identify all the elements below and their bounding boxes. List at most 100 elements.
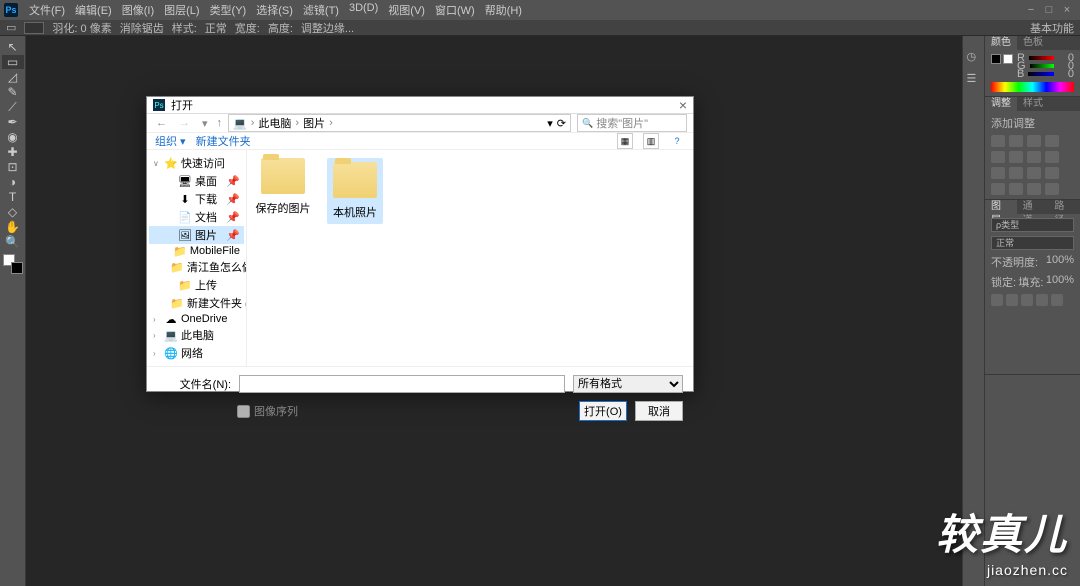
help-button[interactable]: ?	[669, 133, 685, 149]
tab-color[interactable]: 颜色	[985, 36, 1017, 50]
file-list[interactable]: 保存的图片本机照片	[247, 150, 693, 366]
menu-bar: 文件(F)编辑(E)图像(I)图层(L)类型(Y)选择(S)滤镜(T)3D(D)…	[24, 2, 527, 18]
back-button[interactable]: ←	[153, 117, 170, 129]
tree-item[interactable]: 📁清江鱼怎么做好吃	[149, 258, 244, 276]
tree-item[interactable]: 📁MobileFile	[149, 244, 244, 258]
menu-item[interactable]: 图层(L)	[159, 2, 204, 18]
tree-item[interactable]: ∨⭐快速访问	[149, 154, 244, 172]
tree-item[interactable]: ⬇下载📌	[149, 190, 244, 208]
new-folder-button[interactable]: 新建文件夹	[196, 133, 251, 149]
close-button[interactable]: ×	[1060, 4, 1074, 16]
tool-button[interactable]: ▭	[2, 55, 24, 69]
style-label: 样式:	[172, 20, 197, 36]
tool-button[interactable]: ✎	[2, 85, 24, 99]
color-swatches[interactable]	[3, 254, 23, 274]
width-label: 宽度:	[235, 20, 260, 36]
tool-button[interactable]: 🔍	[2, 235, 24, 249]
menu-item[interactable]: 窗口(W)	[430, 2, 480, 18]
tab-paths[interactable]: 路径	[1048, 200, 1080, 214]
tab-swatches[interactable]: 色板	[1017, 36, 1049, 50]
pc-icon: 💻	[233, 117, 247, 130]
maximize-button[interactable]: □	[1042, 4, 1056, 16]
tool-button[interactable]: ✚	[2, 145, 24, 159]
adjustments-panel: 调整样式 添加调整	[985, 97, 1080, 200]
tree-item[interactable]: 📁新建文件夹 (3)	[149, 294, 244, 312]
tool-button[interactable]: ✋	[2, 220, 24, 234]
menu-item[interactable]: 类型(Y)	[205, 2, 252, 18]
preview-pane-button[interactable]: ▥	[643, 133, 659, 149]
cancel-button[interactable]: 取消	[635, 401, 683, 421]
color-ramp[interactable]	[991, 82, 1074, 92]
tool-button[interactable]: ◇	[2, 205, 24, 219]
tree-item[interactable]: ›☁OneDrive	[149, 312, 244, 326]
folder-item[interactable]: 保存的图片	[255, 158, 311, 216]
dialog-close-button[interactable]: ×	[679, 97, 687, 113]
tree-item[interactable]: 🖥桌面📌	[149, 172, 244, 190]
breadcrumb-seg[interactable]: 图片	[303, 115, 325, 131]
menu-item[interactable]: 文件(F)	[24, 2, 70, 18]
breadcrumb-seg[interactable]: 此电脑	[258, 115, 291, 131]
filename-input[interactable]	[239, 375, 565, 393]
refine-edge-button[interactable]: 调整边缘...	[301, 20, 354, 36]
filename-label: 文件名(N):	[157, 376, 231, 392]
breadcrumb[interactable]: 💻 › 此电脑 › 图片 › ▾ ⟳	[228, 114, 571, 132]
menu-item[interactable]: 帮助(H)	[480, 2, 527, 18]
tool-button[interactable]: ⟋	[2, 100, 24, 114]
tool-palette: ↖▭◿✎⟋✒◉✚⊡◑T◇✋🔍	[0, 36, 26, 586]
menu-item[interactable]: 3D(D)	[344, 2, 383, 18]
options-bar: ▭ 羽化: 0 像素 消除锯齿 样式: 正常 宽度: 高度: 调整边缘... 基…	[0, 20, 1080, 36]
tool-button[interactable]: ⊡	[2, 160, 24, 174]
canvas-area: Ps 打开 × ← → ▾ ↑ 💻 › 此电脑 › 图片 › ▾ ⟳	[26, 36, 962, 586]
menu-item[interactable]: 滤镜(T)	[298, 2, 344, 18]
workspace-switcher[interactable]: 基本功能	[1030, 20, 1074, 36]
filter-type[interactable]: ρ类型	[991, 218, 1074, 232]
color-panel: 颜色色板 R0 G0 B0	[985, 36, 1080, 97]
recent-dropdown[interactable]: ▾	[199, 117, 211, 130]
properties-icon[interactable]: ☰	[967, 72, 981, 86]
menu-item[interactable]: 编辑(E)	[70, 2, 117, 18]
minimize-button[interactable]: −	[1024, 4, 1038, 16]
dialog-nav: ← → ▾ ↑ 💻 › 此电脑 › 图片 › ▾ ⟳ 搜索"图片"	[147, 114, 693, 133]
tool-button[interactable]: ◿	[2, 70, 24, 84]
tool-button[interactable]: ↖	[2, 40, 24, 54]
folder-tree: ∨⭐快速访问🖥桌面📌⬇下载📌📄文档📌🖼图片📌📁MobileFile📁清江鱼怎么做…	[147, 150, 247, 366]
tool-button[interactable]: ✒	[2, 115, 24, 129]
tab-adjustments[interactable]: 调整	[985, 97, 1017, 111]
menu-item[interactable]: 视图(V)	[383, 2, 430, 18]
tool-button[interactable]: ◑	[2, 175, 24, 189]
tab-styles[interactable]: 样式	[1017, 97, 1049, 111]
folder-icon	[261, 158, 305, 194]
app-logo: Ps	[4, 3, 18, 17]
image-sequence-checkbox[interactable]: 图像序列	[237, 403, 298, 419]
tree-item[interactable]: ›🌐网络	[149, 344, 244, 362]
title-bar: Ps 文件(F)编辑(E)图像(I)图层(L)类型(Y)选择(S)滤镜(T)3D…	[0, 0, 1080, 20]
feather-label: 羽化: 0 像素	[52, 20, 111, 36]
tab-layers[interactable]: 图层	[985, 200, 1017, 214]
menu-item[interactable]: 图像(I)	[117, 2, 159, 18]
ps-icon: Ps	[153, 99, 165, 111]
forward-button[interactable]: →	[176, 117, 193, 129]
tab-channels[interactable]: 通道	[1017, 200, 1049, 214]
menu-item[interactable]: 选择(S)	[251, 2, 298, 18]
tool-button[interactable]: ◉	[2, 130, 24, 144]
layers-panel: 图层通道路径 ρ类型 正常 不透明度:100% 锁定:填充:100%	[985, 200, 1080, 375]
style-value[interactable]: 正常	[205, 20, 227, 36]
tree-item[interactable]: 📁上传	[149, 276, 244, 294]
search-input[interactable]: 搜索"图片"	[577, 114, 687, 132]
view-mode-button[interactable]: ▦	[617, 133, 633, 149]
tree-item[interactable]: 📄文档📌	[149, 208, 244, 226]
open-button[interactable]: 打开(O)	[579, 401, 627, 421]
history-icon[interactable]: ◷	[967, 50, 981, 64]
selection-mode-icon[interactable]	[24, 22, 44, 34]
organize-menu[interactable]: 组织 ▾	[155, 133, 186, 149]
tree-item[interactable]: ›💻此电脑	[149, 326, 244, 344]
tool-button[interactable]: T	[2, 190, 24, 204]
tree-item[interactable]: 🖼图片📌	[149, 226, 244, 244]
refresh-icon[interactable]: ⟳	[557, 117, 566, 130]
blend-mode[interactable]: 正常	[991, 236, 1074, 250]
path-dropdown-icon[interactable]: ▾	[547, 117, 553, 130]
folder-item[interactable]: 本机照片	[327, 158, 383, 224]
dialog-titlebar: Ps 打开 ×	[147, 97, 693, 114]
filetype-select[interactable]: 所有格式	[573, 375, 683, 393]
up-button[interactable]: ↑	[217, 117, 223, 129]
